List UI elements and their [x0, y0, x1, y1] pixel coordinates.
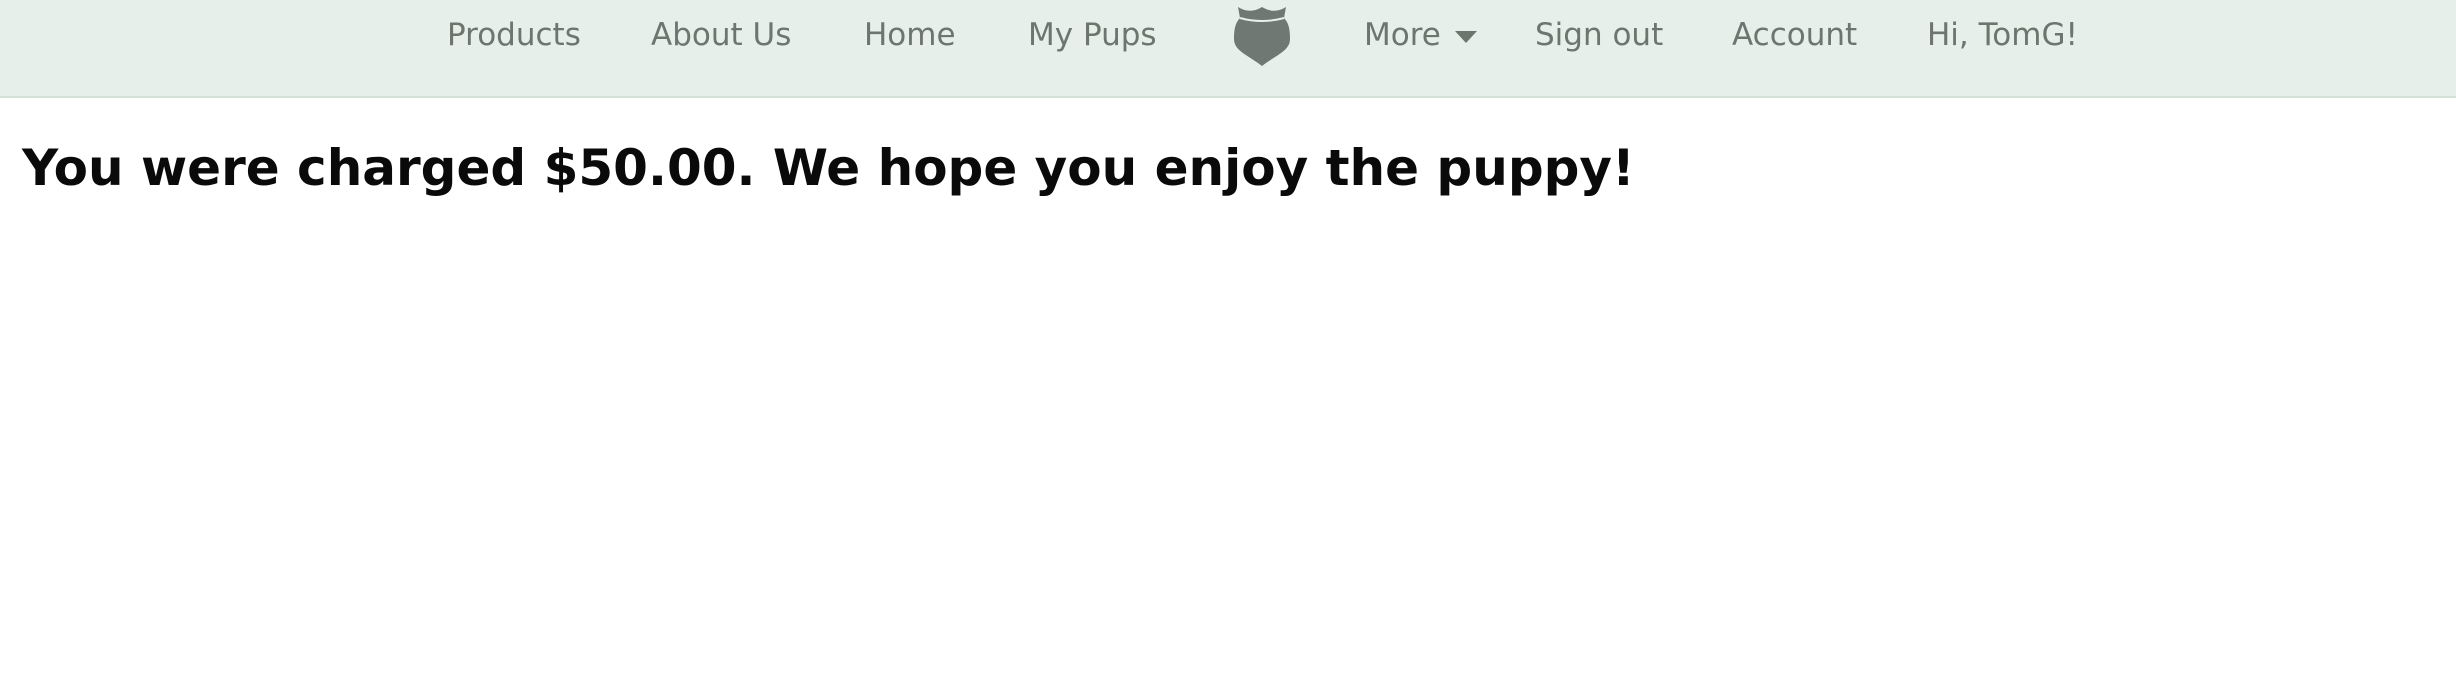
nav-dropdown-more[interactable]: More [1364, 12, 1441, 58]
nav-link-my-pups[interactable]: My Pups [1028, 12, 1157, 58]
shield-logo-icon[interactable] [1232, 3, 1292, 67]
nav-link-sign-out[interactable]: Sign out [1535, 12, 1663, 58]
nav-link-account[interactable]: Account [1732, 12, 1857, 58]
shield-logo-graphic [1234, 7, 1290, 66]
charge-confirmation-message: You were charged $50.00. We hope you enj… [22, 139, 1635, 197]
caret-down-icon[interactable] [1455, 31, 1477, 43]
nav-link-home[interactable]: Home [864, 12, 956, 58]
nav-link-about-us[interactable]: About Us [651, 12, 791, 58]
top-navbar: Products About Us Home My Pups More Sign… [0, 0, 2456, 98]
nav-greeting[interactable]: Hi, TomG! [1927, 12, 2078, 58]
nav-link-products[interactable]: Products [447, 12, 581, 58]
